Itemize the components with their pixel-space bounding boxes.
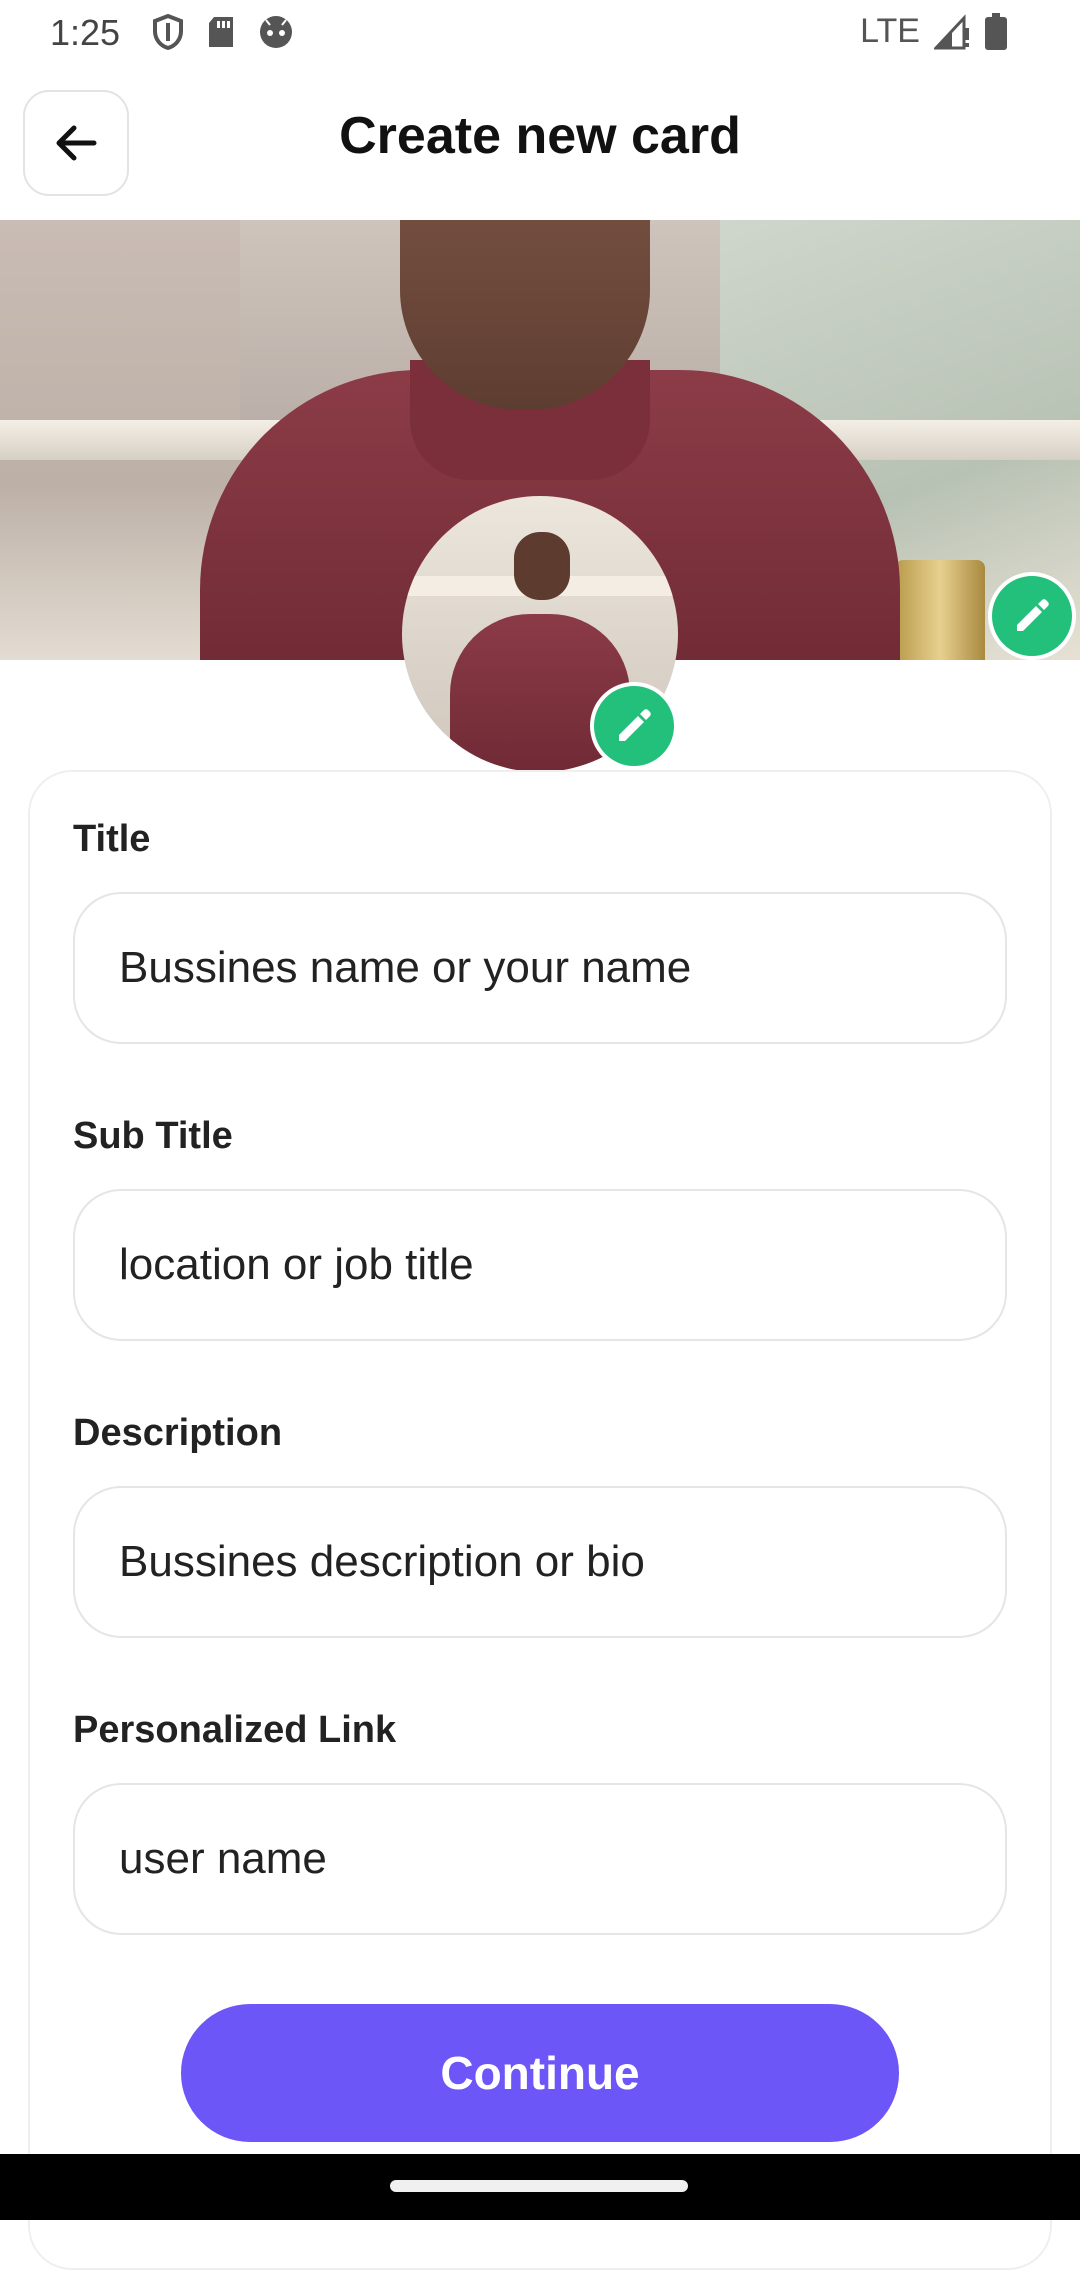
network-type: LTE <box>860 12 920 50</box>
page-title: Create new card <box>339 107 741 165</box>
description-input[interactable] <box>73 1486 1007 1638</box>
subtitle-label: Sub Title <box>73 1115 233 1157</box>
title-label: Title <box>73 818 151 860</box>
status-bar: 1:25 LTE <box>0 0 1080 66</box>
edit-cover-button[interactable] <box>988 572 1076 660</box>
status-time: 1:25 <box>50 12 121 53</box>
personalized-link-label: Personalized Link <box>73 1709 397 1751</box>
system-nav-bar <box>0 2154 1080 2220</box>
continue-button[interactable]: Continue <box>181 2004 899 2142</box>
personalized-link-input[interactable] <box>73 1783 1007 1935</box>
status-icons-left <box>152 14 294 50</box>
battery-icon <box>985 12 1007 50</box>
edit-avatar-button[interactable] <box>590 682 678 770</box>
subtitle-input[interactable] <box>73 1189 1007 1341</box>
app-header: Create new card <box>0 66 1080 220</box>
android-face-icon <box>260 16 292 48</box>
shield-icon <box>153 14 183 50</box>
pencil-icon <box>1017 599 1049 631</box>
sd-card-icon <box>209 17 233 47</box>
vase-decor <box>895 560 985 660</box>
signal-icon <box>934 13 969 49</box>
description-label: Description <box>73 1412 283 1454</box>
title-input[interactable] <box>73 892 1007 1044</box>
home-gesture-pill[interactable] <box>390 2180 688 2192</box>
pencil-icon <box>619 709 651 741</box>
status-icons-right: LTE <box>860 12 1008 51</box>
